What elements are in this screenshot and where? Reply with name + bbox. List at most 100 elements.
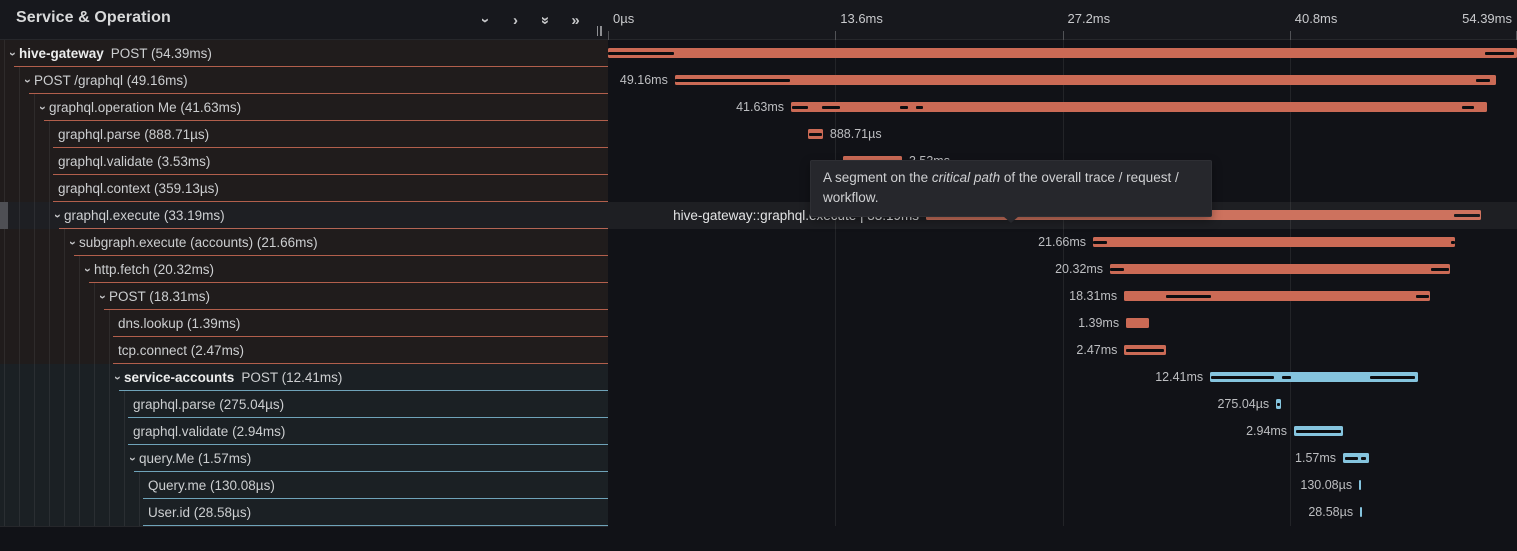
critical-path-segment	[1416, 295, 1429, 298]
span-tree-item[interactable]: ›hive-gatewayPOST (54.39ms)	[0, 40, 608, 67]
chevron-down-icon[interactable]: ›	[477, 12, 494, 29]
span-bar[interactable]	[608, 48, 1517, 58]
span-tree-item[interactable]: dns.lookup (1.39ms)	[0, 310, 608, 337]
span-bar[interactable]	[1110, 264, 1450, 274]
chevron-down-icon[interactable]: ›	[51, 202, 64, 229]
critical-path-segment	[792, 106, 808, 109]
chevron-down-icon[interactable]: ›	[126, 445, 139, 472]
chevron-down-icon[interactable]: ›	[6, 40, 19, 67]
span-tree-item[interactable]: ›service-accountsPOST (12.41ms)	[0, 364, 608, 391]
critical-path-segment	[822, 106, 840, 109]
indent-guide	[34, 256, 35, 283]
indent-guide	[79, 283, 80, 310]
indent-guide	[64, 499, 65, 526]
span-timeline-cell: 2.94ms	[608, 418, 1517, 445]
span-bar[interactable]	[808, 129, 823, 139]
span-bar[interactable]	[675, 75, 1497, 85]
span-tree-item[interactable]: graphql.context (359.13µs)	[0, 175, 608, 202]
span-tree-item[interactable]: ›graphql.operation Me (41.63ms)	[0, 94, 608, 121]
indent-guide	[94, 310, 95, 337]
span-tree-item[interactable]: ›POST /graphql (49.16ms)	[0, 67, 608, 94]
chevron-down-icon[interactable]: ›	[36, 94, 49, 121]
span-timeline-cell: 18.31ms	[608, 283, 1517, 310]
indent-guide	[19, 364, 20, 391]
span-timeline-cell: 275.04µs	[608, 391, 1517, 418]
span-tree-item[interactable]: User.id (28.58µs)	[0, 499, 608, 526]
indent-guide	[34, 445, 35, 472]
span-duration-label: 888.71µs	[830, 121, 882, 148]
span-timeline-cell: 1.39ms	[608, 310, 1517, 337]
indent-guide	[94, 472, 95, 499]
span-row: ›subgraph.execute (accounts) (21.66ms)21…	[0, 229, 1517, 256]
span-tree-item[interactable]: graphql.parse (275.04µs)	[0, 391, 608, 418]
span-bar[interactable]	[1360, 507, 1362, 517]
span-label: dns.lookup (1.39ms)	[118, 310, 240, 337]
span-tree-item[interactable]: ›subgraph.execute (accounts) (21.66ms)	[0, 229, 608, 256]
span-tree-item[interactable]: graphql.validate (2.94ms)	[0, 418, 608, 445]
chevron-down-icon[interactable]: ›	[81, 256, 94, 283]
span-tree-item[interactable]: graphql.validate (3.53ms)	[0, 148, 608, 175]
double-chevron-right-icon[interactable]: »	[567, 12, 584, 29]
span-bar[interactable]	[791, 102, 1487, 112]
span-label: service-accountsPOST (12.41ms)	[124, 364, 342, 391]
span-bar[interactable]	[1276, 399, 1281, 409]
indent-guide	[139, 472, 140, 499]
span-label: Query.me (130.08µs)	[148, 472, 275, 499]
trace-rows: ›hive-gatewayPOST (54.39ms)›POST /graphq…	[0, 40, 1517, 526]
indent-guide	[49, 337, 50, 364]
critical-path-segment	[1370, 376, 1416, 379]
indent-guide	[4, 40, 5, 67]
indent-guide	[4, 283, 5, 310]
span-label: POST (18.31ms)	[109, 283, 210, 310]
indent-guide	[124, 445, 125, 472]
indent-guide	[4, 472, 5, 499]
span-bar[interactable]	[1343, 453, 1369, 463]
double-chevron-down-icon[interactable]: »	[537, 12, 554, 29]
span-bar[interactable]	[1126, 318, 1149, 328]
span-row: graphql.validate (3.53ms)3.53ms	[0, 148, 1517, 175]
span-row: ›graphql.execute (33.19ms)hive-gateway::…	[0, 202, 1517, 229]
span-tree-item[interactable]: Query.me (130.08µs)	[0, 472, 608, 499]
indent-guide	[34, 418, 35, 445]
critical-path-segment	[1277, 403, 1280, 406]
span-bar[interactable]	[1210, 372, 1417, 382]
span-bar[interactable]	[1093, 237, 1455, 247]
span-bar[interactable]	[1359, 480, 1361, 490]
chevron-down-icon[interactable]: ›	[21, 67, 34, 94]
critical-path-segment	[1454, 214, 1480, 217]
span-bar[interactable]	[1124, 291, 1430, 301]
span-bar[interactable]	[1124, 345, 1165, 355]
time-axis-label: 40.8ms	[1295, 11, 1338, 26]
span-timeline-cell: 130.08µs	[608, 472, 1517, 499]
span-label: User.id (28.58µs)	[148, 499, 251, 526]
indent-guide	[109, 391, 110, 418]
indent-guide	[34, 229, 35, 256]
critical-path-tooltip: A segment on the critical path of the ov…	[810, 160, 1212, 217]
critical-path-segment	[900, 106, 908, 109]
indent-guide	[34, 202, 35, 229]
indent-guide	[79, 445, 80, 472]
span-tree-item[interactable]: ›POST (18.31ms)	[0, 283, 608, 310]
indent-guide	[34, 391, 35, 418]
span-tree-item[interactable]: graphql.parse (888.71µs)	[0, 121, 608, 148]
indent-guide	[34, 175, 35, 202]
span-bar[interactable]	[1294, 426, 1343, 436]
chevron-down-icon[interactable]: ›	[111, 364, 124, 391]
indent-guide	[49, 283, 50, 310]
span-tree-item[interactable]: tcp.connect (2.47ms)	[0, 337, 608, 364]
page-background	[0, 527, 1517, 551]
indent-guide	[79, 391, 80, 418]
span-tree-item[interactable]: ›graphql.execute (33.19ms)	[0, 202, 608, 229]
chevron-down-icon[interactable]: ›	[96, 283, 109, 310]
chevron-down-icon[interactable]: ›	[66, 229, 79, 256]
column-resize-handle[interactable]	[594, 25, 604, 37]
critical-path-segment	[1451, 241, 1455, 244]
indent-guide	[19, 94, 20, 121]
span-tree-item[interactable]: ›query.Me (1.57ms)	[0, 445, 608, 472]
indent-guide	[34, 148, 35, 175]
chevron-right-icon[interactable]: ›	[507, 12, 524, 29]
indent-guide	[19, 445, 20, 472]
span-tree-item[interactable]: ›http.fetch (20.32ms)	[0, 256, 608, 283]
span-row: ›POST /graphql (49.16ms)49.16ms	[0, 67, 1517, 94]
indent-guide	[79, 364, 80, 391]
